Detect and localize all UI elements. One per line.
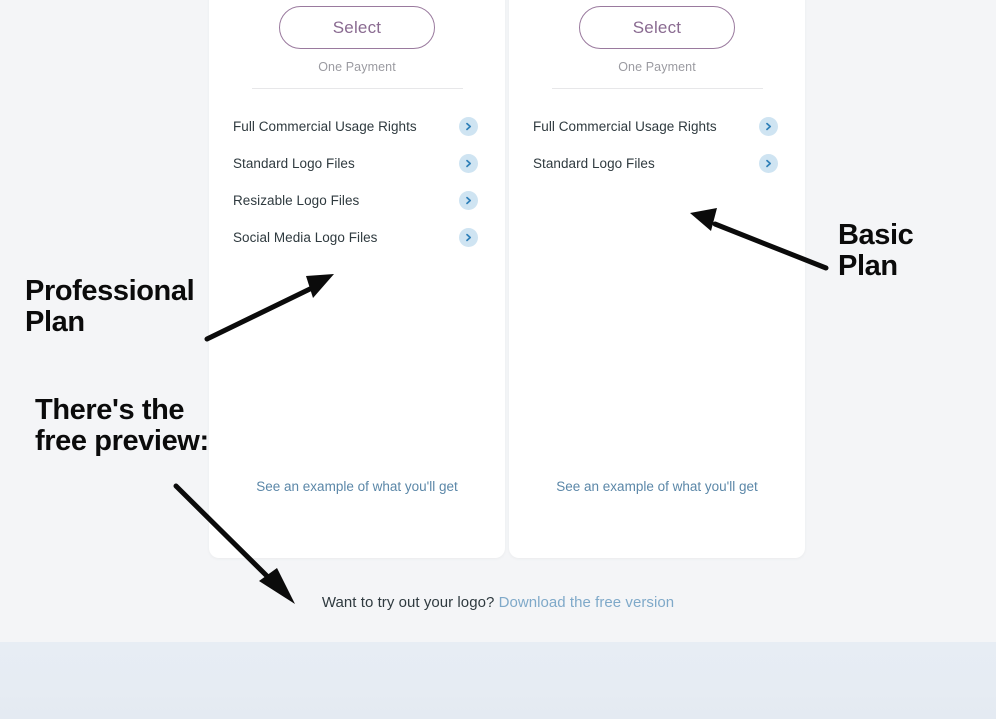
tryout-text: Want to try out your logo?	[321, 594, 495, 611]
annotation-basic-plan: Basic Plan	[838, 219, 914, 283]
feature-label: Standard Logo Files	[233, 156, 355, 171]
chevron-right-icon[interactable]	[459, 191, 478, 210]
feature-list-basic: Full Commercial Usage Rights Standard Lo…	[509, 89, 805, 182]
chevron-right-icon[interactable]	[759, 154, 778, 173]
payment-note-basic: One Payment	[618, 60, 696, 74]
chevron-right-icon[interactable]	[459, 228, 478, 247]
feature-label: Full Commercial Usage Rights	[533, 119, 717, 134]
tryout-line: Want to try out your logo? Download the …	[0, 594, 996, 611]
plan-card-basic-inner: Select One Payment Full Commercial Usage…	[509, 0, 805, 558]
download-free-version-link[interactable]: Download the free version	[499, 594, 675, 611]
plan-card-professional-inner: Select One Payment Full Commercial Usage…	[209, 0, 505, 558]
annotation-professional-plan: Professional Plan	[25, 275, 195, 339]
feature-item: Standard Logo Files	[533, 145, 778, 182]
select-button-row-professional: Select	[209, 0, 505, 49]
feature-list-professional: Full Commercial Usage Rights Standard Lo…	[209, 89, 505, 256]
payment-note-professional: One Payment	[318, 60, 396, 74]
feature-label: Full Commercial Usage Rights	[233, 119, 417, 134]
chevron-right-icon[interactable]	[759, 117, 778, 136]
feature-item: Resizable Logo Files	[233, 182, 478, 219]
chevron-right-icon[interactable]	[459, 154, 478, 173]
select-button-basic[interactable]: Select	[579, 6, 735, 49]
footer-band	[0, 642, 996, 719]
select-button-professional[interactable]: Select	[279, 6, 435, 49]
annotation-free-preview: There's the free preview:	[35, 394, 209, 458]
plan-card-basic: Select One Payment Full Commercial Usage…	[509, 0, 805, 558]
plan-card-professional: Select One Payment Full Commercial Usage…	[209, 0, 505, 558]
feature-item: Social Media Logo Files	[233, 219, 478, 256]
feature-item: Standard Logo Files	[233, 145, 478, 182]
feature-item: Full Commercial Usage Rights	[233, 108, 478, 145]
feature-item: Full Commercial Usage Rights	[533, 108, 778, 145]
chevron-right-icon[interactable]	[459, 117, 478, 136]
example-link-basic[interactable]: See an example of what you'll get	[509, 479, 805, 494]
select-button-row-basic: Select	[509, 0, 805, 49]
example-link-professional[interactable]: See an example of what you'll get	[209, 479, 505, 494]
feature-label: Social Media Logo Files	[233, 230, 378, 245]
feature-label: Resizable Logo Files	[233, 193, 360, 208]
feature-label: Standard Logo Files	[533, 156, 655, 171]
